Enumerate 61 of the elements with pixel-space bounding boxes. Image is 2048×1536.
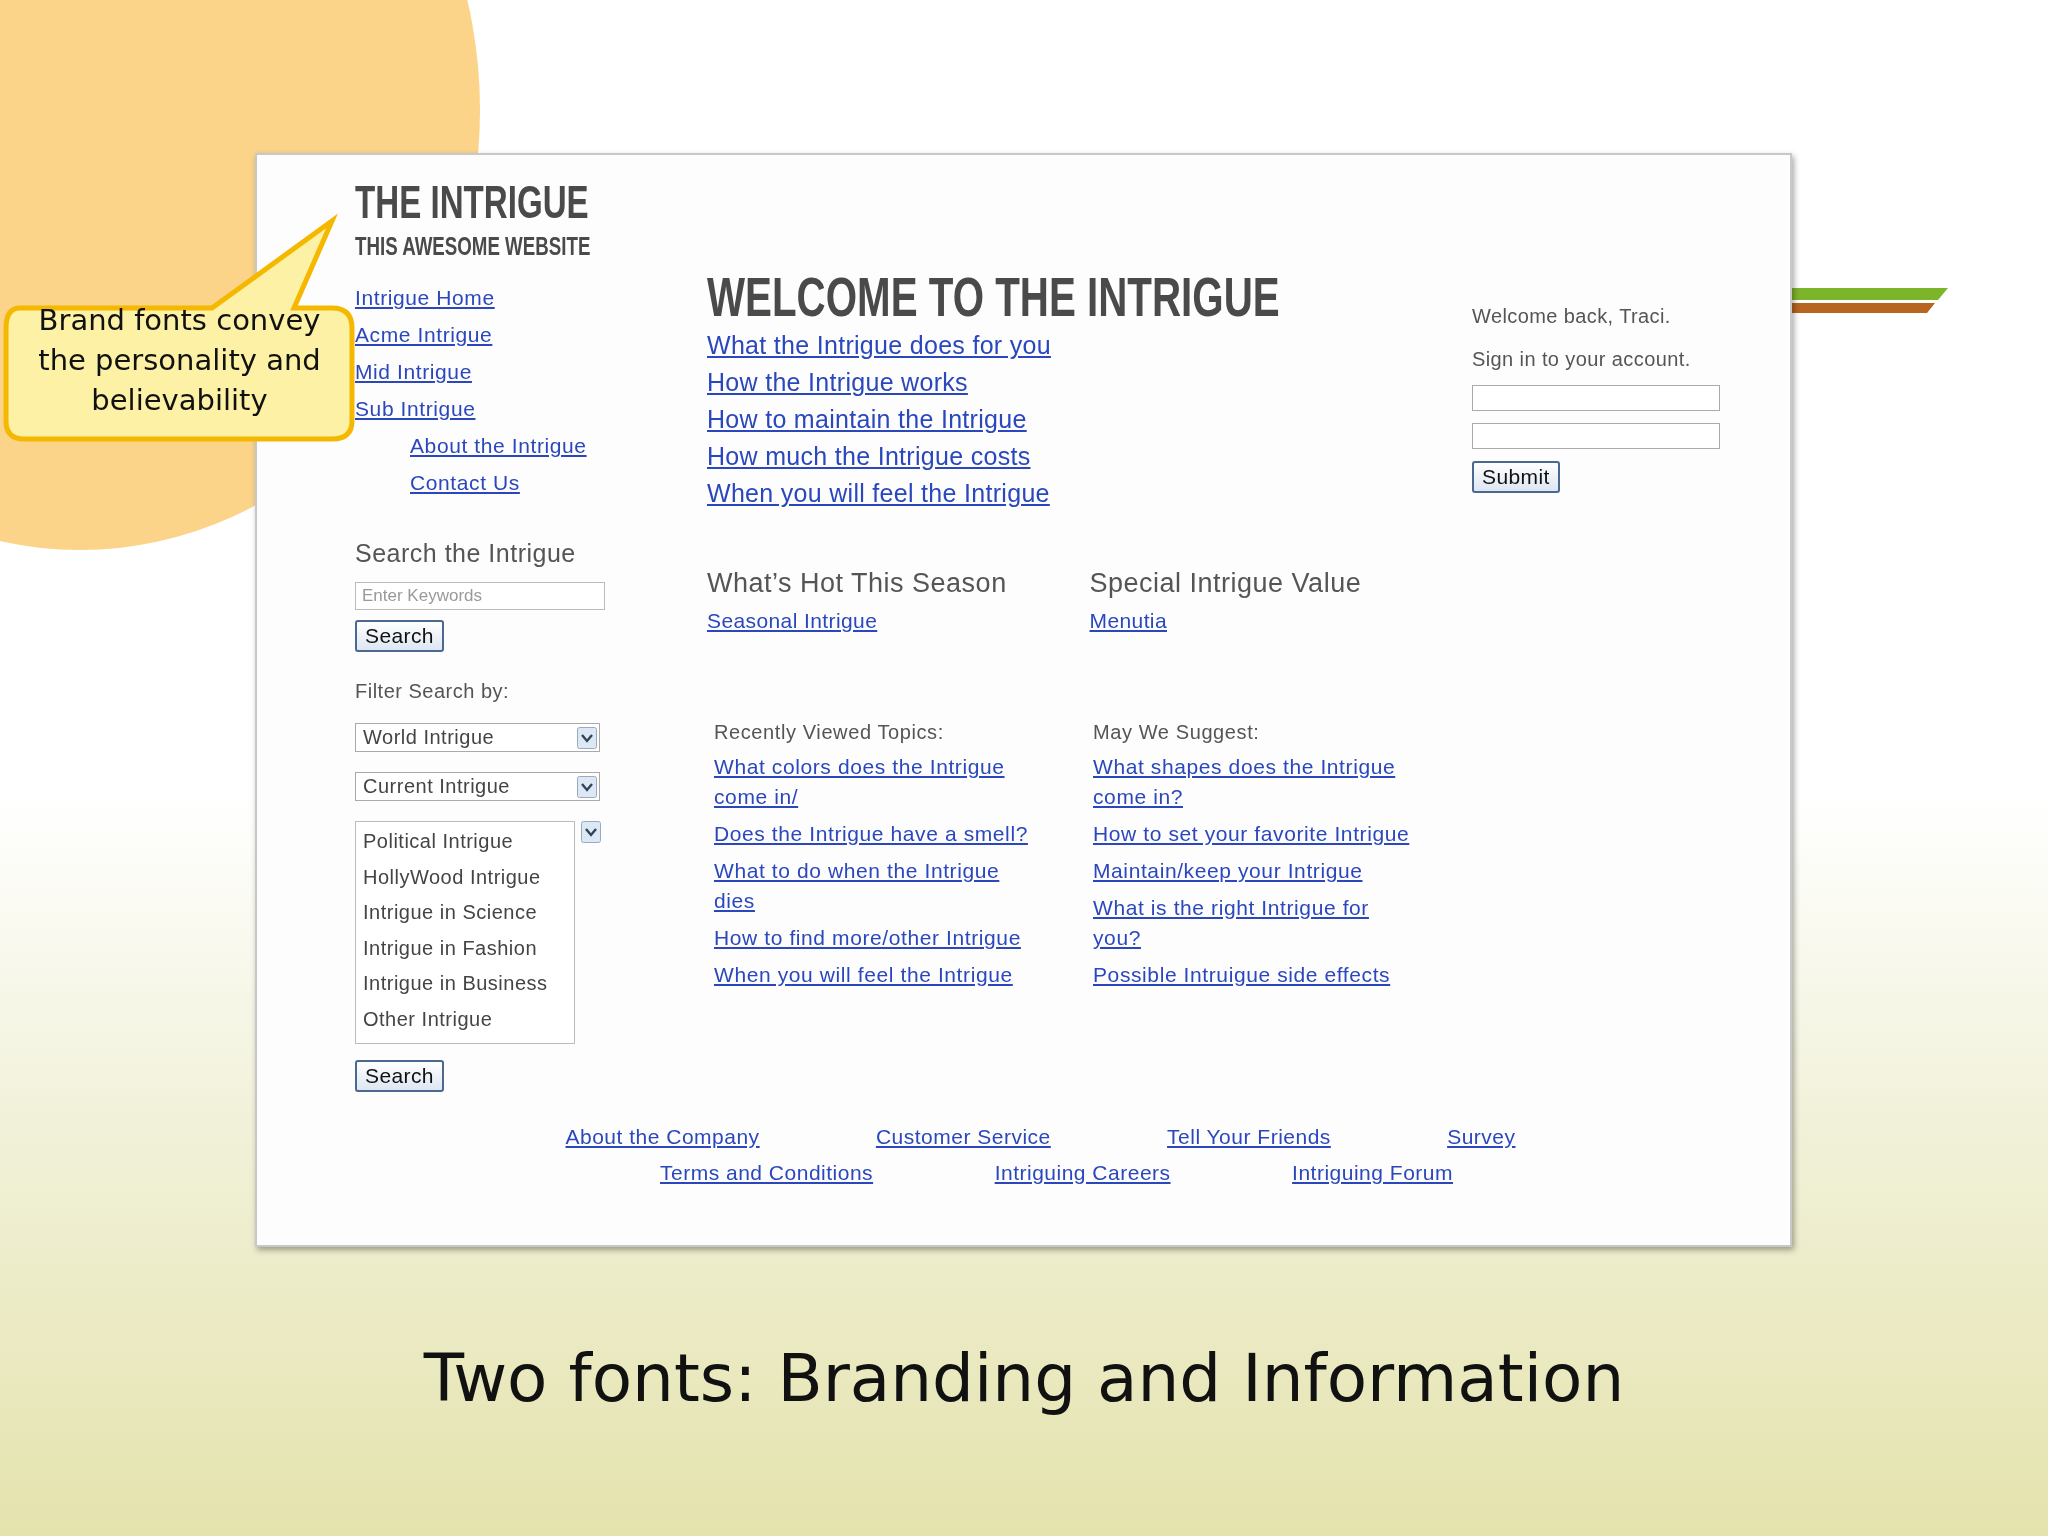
section-heading: Special Intrigue Value (1089, 568, 1363, 599)
dropdown-field[interactable]: Current Intrigue (355, 772, 600, 801)
section-heading: May We Suggest: (1093, 721, 1261, 744)
link[interactable]: Tell Your Friends (1167, 1123, 1331, 1151)
link[interactable]: When you will feel the Intrigue (707, 475, 1050, 512)
chevron-down-icon[interactable] (577, 726, 597, 749)
input-field[interactable] (1472, 423, 1720, 449)
list-option[interactable]: Political Intrigue (363, 824, 574, 860)
link[interactable]: How the Intrigue works (707, 364, 968, 401)
link[interactable]: What is the right Intrigue for you? (1093, 893, 1423, 953)
link[interactable]: About the Company (565, 1123, 760, 1151)
filter-label: Filter Search by: (355, 680, 511, 703)
list-option[interactable]: Intrigue in Science (363, 895, 574, 931)
link[interactable]: Does the Intrigue have a smell? (714, 819, 1028, 849)
link[interactable]: What colors does the Intrigue come in/ (714, 752, 1044, 812)
link[interactable]: How to maintain the Intrigue (707, 401, 1027, 438)
section-heading: What’s Hot This Season (707, 568, 1008, 599)
input-field[interactable] (1472, 385, 1720, 411)
greeting-text: Welcome back, Traci. (1472, 305, 1672, 328)
slide-caption: Two fonts: Branding and Information (423, 1340, 1625, 1417)
callout-text: Brand fonts convey the personality and believability (37, 302, 322, 419)
search-button[interactable]: Search (355, 1060, 444, 1092)
link[interactable]: Possible Intruigue side effects (1093, 960, 1391, 990)
link[interactable]: How to find more/other Intrigue (714, 923, 1021, 953)
search-heading: Search the Intrigue (355, 539, 577, 568)
site-tagline: THIS AWESOME WEBSITE (355, 231, 591, 261)
link[interactable]: How much the Intrigue costs (707, 438, 1031, 475)
link[interactable]: What shapes does the Intrigue come in? (1093, 752, 1423, 812)
sign-in-prompt: Sign in to your account. (1472, 348, 1692, 371)
link[interactable]: Terms and Conditions (660, 1159, 874, 1187)
list-box[interactable]: Political Intrigue HollyWood Intrigue Intrigue in Science Intrigue in Fashion Intrigue in Business Other Intrigue (355, 821, 575, 1044)
link[interactable]: Intrigue Home (355, 279, 495, 316)
dropdown-field[interactable]: World Intrigue (355, 723, 600, 752)
link[interactable]: What the Intrigue does for you (707, 327, 1051, 364)
welcome-heading: WELCOME TO THE INTRIGUE (707, 267, 1280, 327)
link[interactable]: Intriguing Careers (994, 1159, 1171, 1187)
link[interactable]: Customer Service (875, 1123, 1051, 1151)
link[interactable]: Survey (1447, 1123, 1516, 1151)
list-option[interactable]: Intrigue in Fashion (363, 930, 574, 966)
link[interactable]: Acme Intrigue (355, 316, 493, 353)
link[interactable]: How to set your favorite Intrigue (1093, 819, 1410, 849)
link[interactable]: Seasonal Intrigue (707, 609, 878, 633)
link[interactable]: About the Intrigue (410, 427, 587, 464)
link[interactable]: Menutia (1089, 609, 1167, 633)
list-option[interactable]: Intrigue in Business (363, 966, 574, 1002)
list-option[interactable]: HollyWood Intrigue (363, 859, 574, 895)
chevron-down-icon[interactable] (577, 775, 597, 798)
link[interactable]: Sub Intrigue (355, 390, 476, 427)
chevron-down-icon[interactable] (581, 821, 601, 843)
link[interactable]: When you will feel the Intrigue (714, 960, 1013, 990)
submit-button[interactable]: Submit (1472, 461, 1560, 493)
link[interactable]: Maintain/keep your Intrigue (1093, 856, 1363, 886)
link[interactable]: Mid Intrigue (355, 353, 472, 390)
link[interactable]: What to do when the Intrigue dies (714, 856, 1044, 916)
link[interactable]: Contact Us (410, 464, 520, 501)
link[interactable]: Intriguing Forum (1292, 1159, 1453, 1187)
section-heading: Recently Viewed Topics: (714, 721, 945, 744)
list-option[interactable]: Other Intrigue (363, 1001, 574, 1037)
keyword-field[interactable]: Enter Keywords (355, 582, 605, 610)
site-title: THE INTRIGUE (355, 177, 589, 227)
search-button[interactable]: Search (355, 620, 444, 652)
